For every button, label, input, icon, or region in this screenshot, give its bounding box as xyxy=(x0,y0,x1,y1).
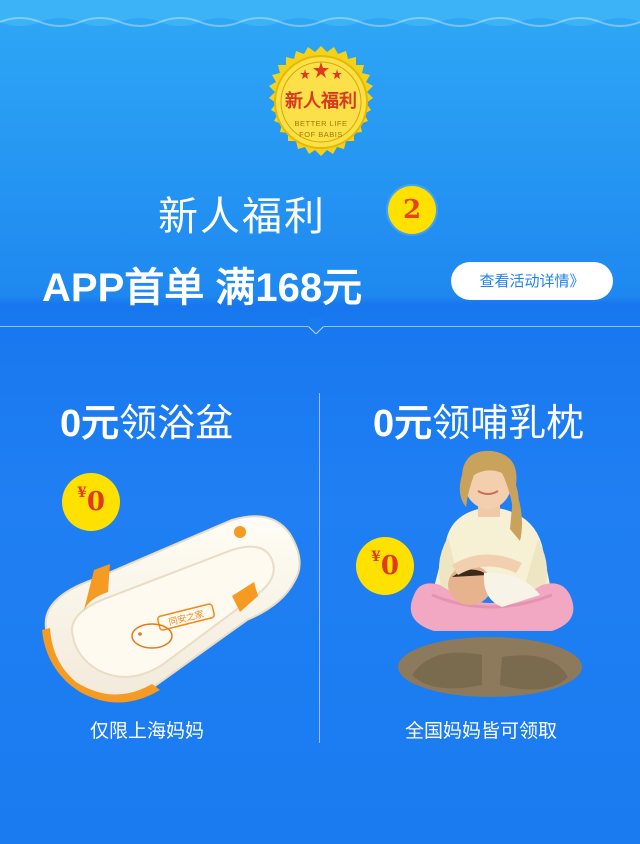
price-value: 0 xyxy=(380,551,399,581)
hero-headline: APP首单 满168元 xyxy=(42,266,363,310)
offer-caption-nursing-pillow: 全国妈妈皆可领取 xyxy=(405,720,558,742)
offer-title-nursing-pillow[interactable]: 0元领哺乳枕 xyxy=(373,392,584,447)
newcomer-seal-badge: 新人福利 BETTER LIFE FOF BABIS xyxy=(258,44,384,170)
hero-title: 新人福利 xyxy=(158,194,326,240)
offer-title-bathtub[interactable]: 0元领浴盆 xyxy=(60,392,233,447)
water-wave-decoration xyxy=(0,0,640,27)
offer-caption-bathtub: 仅限上海妈妈 xyxy=(90,720,205,742)
offer-price-label: 0元 xyxy=(60,403,120,445)
seal-title: 新人福利 xyxy=(285,91,357,112)
offer-price-label: 0元 xyxy=(373,403,433,445)
view-details-button[interactable]: 查看活动详情》 xyxy=(451,262,613,300)
baby-bathtub-image[interactable]: 同安之家 xyxy=(32,510,302,710)
seal-subtitle-line1: BETTER LIFE xyxy=(294,119,348,128)
number-badge: 2 xyxy=(388,186,436,234)
free-price-badge: ¥0 xyxy=(356,537,414,595)
nursing-pillow-image[interactable] xyxy=(392,445,588,703)
free-price-badge: ¥0 xyxy=(62,473,120,531)
yen-symbol: ¥ xyxy=(77,485,87,501)
offer-name: 领哺乳枕 xyxy=(432,401,585,445)
seal-subtitle-line2: FOF BABIS xyxy=(299,130,343,139)
offer-name: 领浴盆 xyxy=(119,401,234,445)
divider-notch-icon xyxy=(308,318,324,334)
promo-page: 新人福利 BETTER LIFE FOF BABIS 新人福利 2 APP首单 … xyxy=(0,0,640,844)
yen-symbol: ¥ xyxy=(371,549,381,565)
column-divider xyxy=(319,393,320,743)
price-value: 0 xyxy=(86,487,105,517)
